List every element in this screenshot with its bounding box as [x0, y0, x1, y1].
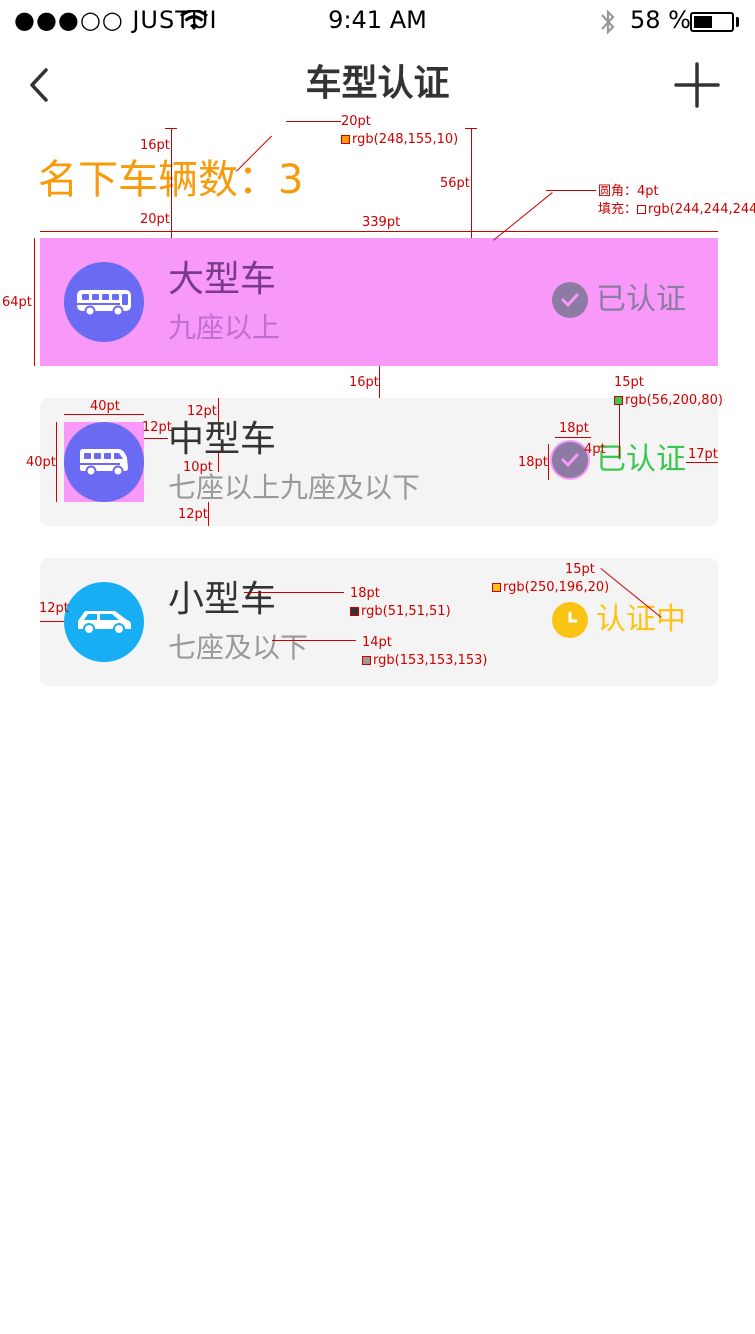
annotation: rgb(51,51,51): [350, 604, 451, 619]
page-title: 车型认证: [305, 63, 450, 104]
measure-line: [34, 238, 35, 366]
battery-percent: 58 %: [630, 6, 691, 34]
annotation: rgb(248,155,10): [341, 132, 458, 147]
vehicle-status: 已认证: [552, 282, 686, 318]
annotation: 填充： rgb(244,244,244: [598, 202, 755, 217]
vehicle-desc: 七座及以下: [168, 631, 309, 664]
measure-line: [40, 621, 64, 622]
vehicle-avatar: [64, 422, 144, 502]
measure-line: [56, 422, 57, 502]
measure-line: [686, 462, 718, 463]
annotation: 12pt: [39, 601, 69, 616]
leader-line: [286, 121, 341, 122]
annotation: 40pt: [26, 455, 56, 470]
annotation: 18pt: [559, 421, 589, 436]
measure-line: [171, 128, 172, 238]
vehicle-card-large[interactable]: 大型车 九座以上 已认证: [40, 238, 718, 366]
annotation: 40pt: [90, 399, 120, 414]
annotation: 圆角：4pt: [598, 184, 659, 199]
annotation: 17pt: [688, 447, 718, 462]
clock-icon: [552, 602, 588, 638]
measure-line: [64, 414, 144, 415]
check-icon: [552, 282, 588, 318]
annotation: 12pt: [178, 507, 208, 522]
leader-line: [244, 592, 344, 593]
measure-line: [144, 438, 168, 439]
measure-line: [218, 452, 219, 472]
vehicle-name: 小型车: [168, 579, 277, 620]
measure-line: [208, 502, 209, 526]
vehicle-card-medium[interactable]: 中型车 七座以上九座及以下 已认证: [40, 398, 718, 526]
annotation: rgb(56,200,80): [614, 393, 723, 408]
leader-line: [272, 640, 356, 641]
status-label: 认证中: [596, 602, 686, 637]
vehicle-name: 大型车: [168, 259, 277, 300]
vehicle-status: 认证中: [552, 602, 686, 638]
vehicle-avatar: [64, 582, 144, 662]
leader-line: [546, 190, 596, 191]
annotation: 18pt: [518, 455, 548, 470]
annotation: 4pt: [584, 442, 606, 457]
annotation: 16pt: [140, 138, 170, 153]
annotation: rgb(250,196,20): [492, 580, 609, 595]
measure-line: [218, 398, 219, 422]
measure-line: [555, 437, 591, 438]
add-icon[interactable]: [672, 60, 722, 110]
bluetooth-icon: [601, 9, 615, 35]
annotation: 18pt: [350, 586, 380, 601]
leader-line: [619, 400, 620, 458]
annotation: 20pt: [140, 212, 170, 227]
measure-line: [548, 444, 549, 480]
measure-line: [465, 128, 477, 129]
measure-line: [379, 366, 380, 398]
annotation: 56pt: [440, 176, 470, 191]
bus-icon: [77, 290, 131, 317]
measure-line: [471, 128, 472, 238]
battery-icon: [690, 12, 734, 32]
vehicle-desc: 七座以上九座及以下: [168, 471, 421, 504]
annotation: 64pt: [2, 295, 32, 310]
measure-line: [40, 231, 718, 232]
measure-line: [165, 128, 177, 129]
annotation: 12pt: [187, 404, 217, 419]
check-icon: [552, 442, 588, 478]
car-icon: [78, 611, 131, 635]
vehicle-desc: 九座以上: [168, 311, 281, 344]
vehicle-avatar: [64, 262, 144, 342]
annotation: 12pt: [142, 420, 172, 435]
annotation: 14pt: [362, 635, 392, 650]
status-label: 已认证: [596, 442, 686, 477]
status-label: 已认证: [596, 282, 686, 317]
vehicle-name: 中型车: [168, 419, 277, 460]
annotation: 15pt: [614, 375, 644, 390]
annotation: 16pt: [349, 375, 379, 390]
annotation: 10pt: [183, 460, 213, 475]
battery-tip: [736, 17, 739, 27]
annotation: rgb(153,153,153): [362, 653, 487, 668]
minibus-icon: [80, 449, 128, 477]
leader-line: [493, 192, 553, 241]
annotation: 20pt: [341, 114, 371, 129]
annotation: 15pt: [565, 562, 595, 577]
annotation: 339pt: [362, 215, 401, 230]
